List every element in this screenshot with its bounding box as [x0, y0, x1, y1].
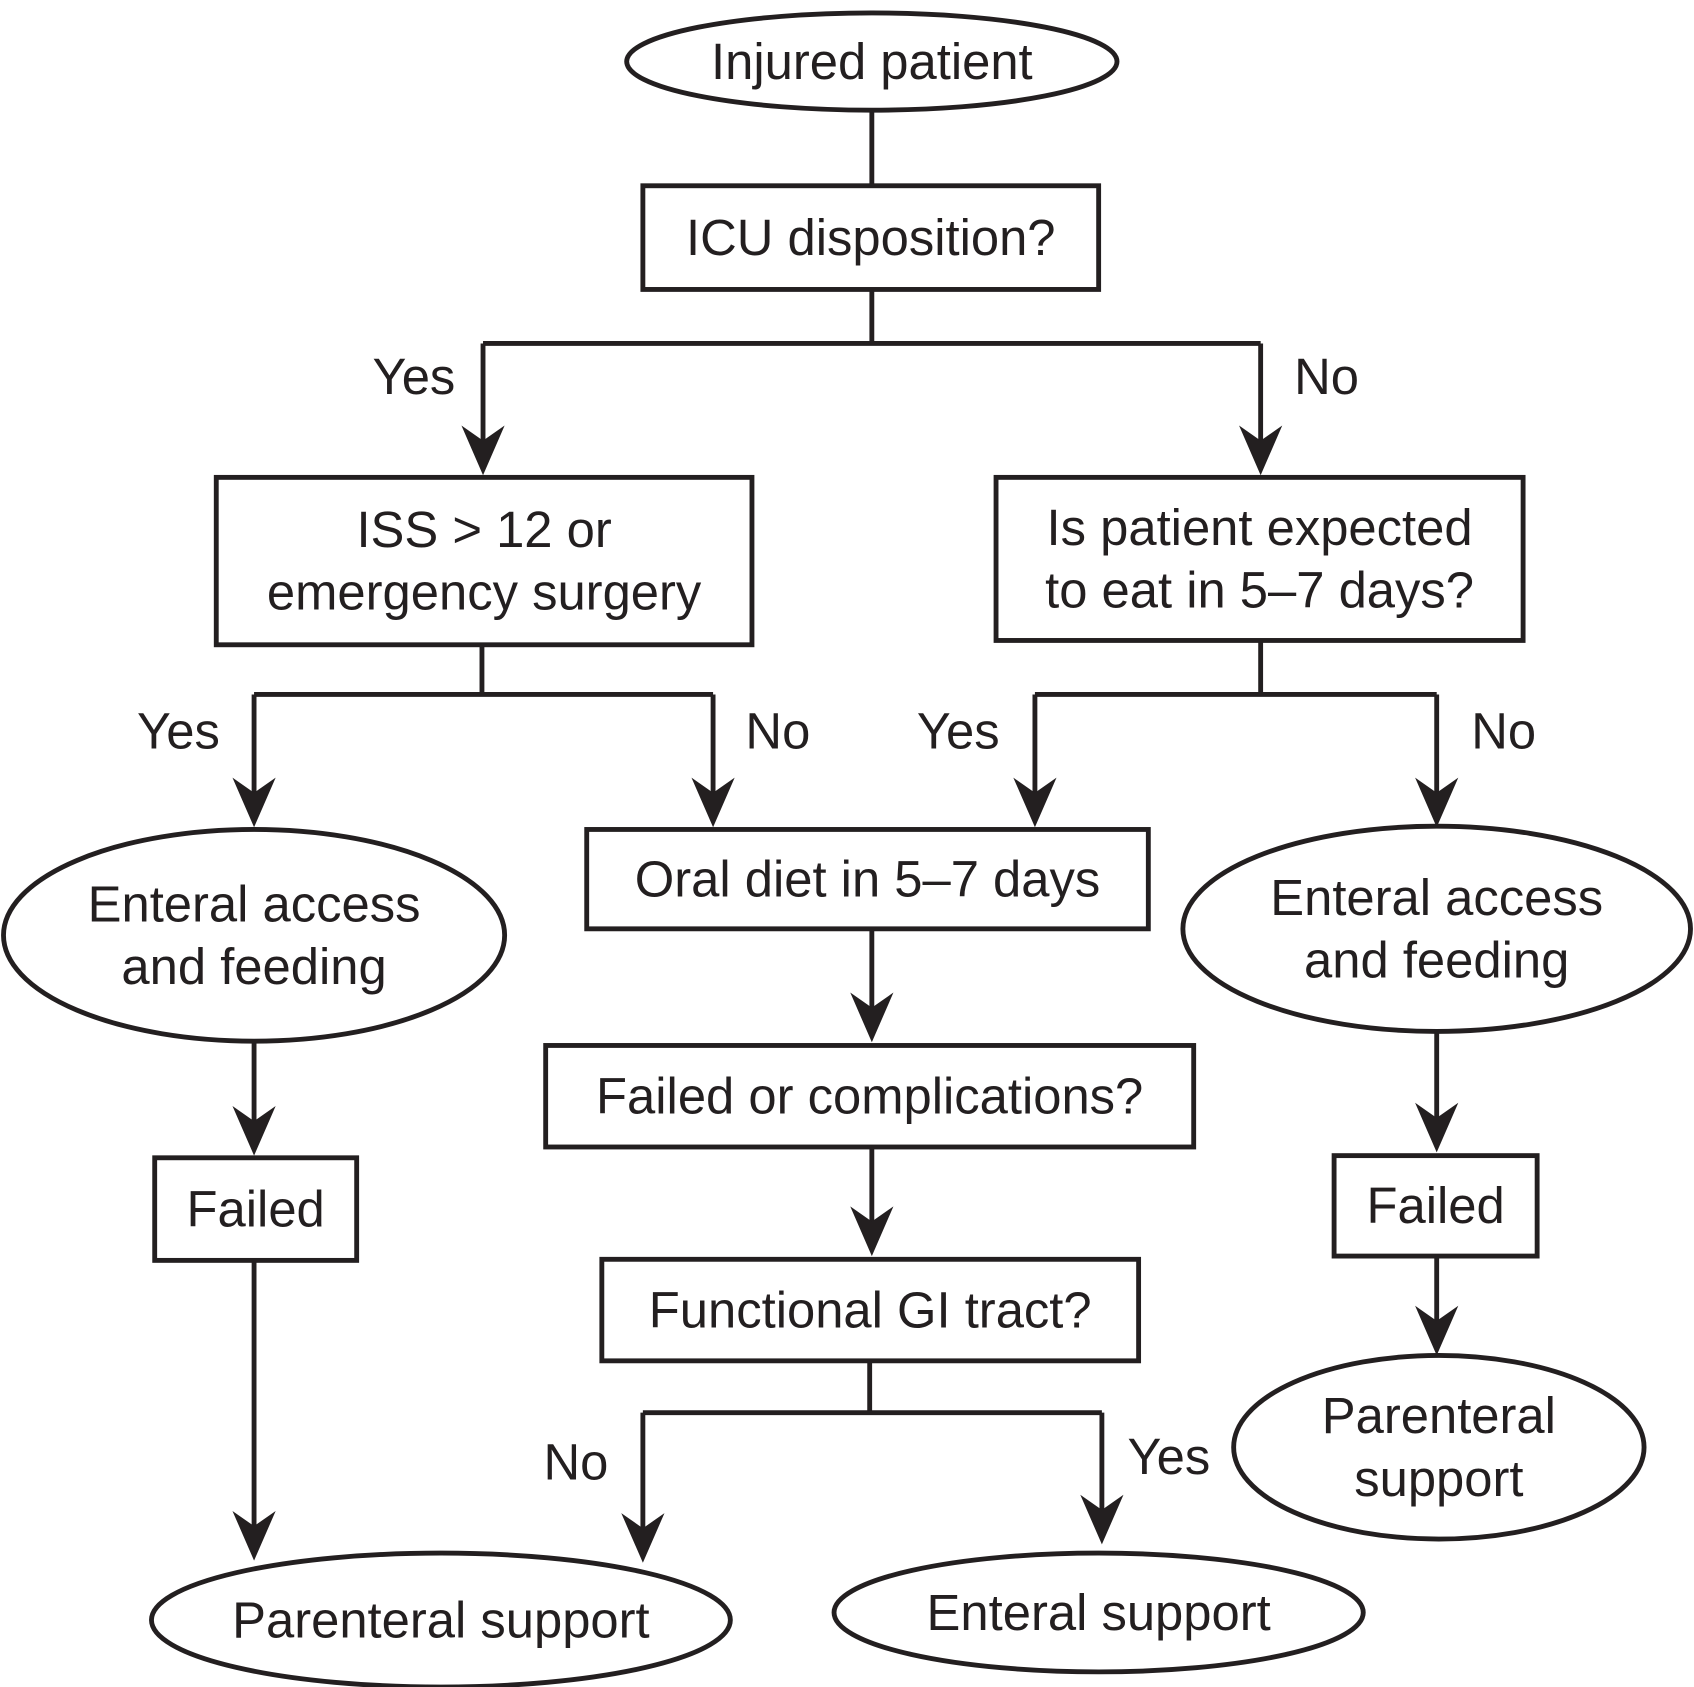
node-label: Is patient expected	[1047, 499, 1473, 556]
node-label: Failed	[187, 1180, 325, 1237]
node-start: Injured patient	[624, 10, 1120, 113]
node-functional: Functional GI tract?	[599, 1256, 1142, 1364]
node-label: ICU disposition?	[686, 209, 1056, 266]
terminal-ellipse	[1180, 823, 1693, 1034]
node-expected: Is patient expected to eat in 5–7 days?	[993, 474, 1526, 643]
node-failed-left: Failed	[152, 1155, 360, 1263]
terminal-ellipse	[1231, 1353, 1647, 1542]
node-label: to eat in 5–7 days?	[1045, 562, 1474, 619]
edge-label-functional-no: No	[543, 1434, 608, 1491]
node-failed-center: Failed or complications?	[543, 1043, 1197, 1150]
node-enteral-right: Enteral accessand feeding	[1180, 823, 1693, 1034]
node-label: support	[1354, 1450, 1523, 1507]
node-label: Parenteral support	[232, 1591, 650, 1648]
node-label: Functional GI tract?	[649, 1281, 1092, 1338]
node-label: Failed or complications?	[596, 1068, 1143, 1125]
node-label: Enteral access	[1270, 869, 1603, 926]
node-label: emergency surgery	[267, 564, 702, 621]
node-label: Failed	[1366, 1177, 1504, 1234]
node-enteral-support: Enteral support	[831, 1550, 1366, 1675]
edge-label-functional-yes: Yes	[1127, 1428, 1210, 1485]
edge-label-icu-no: No	[1294, 348, 1359, 405]
node-enteral-left: Enteral access and feeding	[1, 827, 508, 1044]
node-oral: Oral diet in 5–7 days	[584, 827, 1151, 932]
node-label: ISS > 12 or	[356, 501, 611, 558]
edge-label-iss-yes: Yes	[137, 702, 220, 759]
node-iss: ISS > 12 or emergency surgery	[213, 474, 755, 648]
node-icu: ICU disposition?	[640, 183, 1102, 292]
nutrition-flowchart: Injured patient ICU disposition? ISS > 12 …	[1, 10, 1693, 1687]
node-label: Injured patient	[711, 33, 1033, 90]
node-label: Enteral access	[88, 875, 421, 932]
edge-label-iss-no: No	[745, 702, 810, 759]
node-label: and feeding	[1304, 931, 1569, 988]
node-failed-right: Failed	[1331, 1153, 1540, 1259]
node-parenteral-right: Parenteral support	[1231, 1353, 1647, 1542]
node-label: Enteral support	[927, 1584, 1271, 1641]
edge-label-expected-no: No	[1471, 702, 1536, 759]
edge-label-icu-yes: Yes	[373, 348, 456, 405]
node-label: Oral diet in 5–7 days	[635, 850, 1100, 907]
node-label: Parenteral	[1322, 1387, 1556, 1444]
edge-label-expected-yes: Yes	[917, 702, 1000, 759]
node-parenteral-bottom: Parenteral support	[149, 1550, 733, 1687]
node-label: and feeding	[121, 938, 386, 995]
terminal-ellipse	[1, 827, 508, 1044]
